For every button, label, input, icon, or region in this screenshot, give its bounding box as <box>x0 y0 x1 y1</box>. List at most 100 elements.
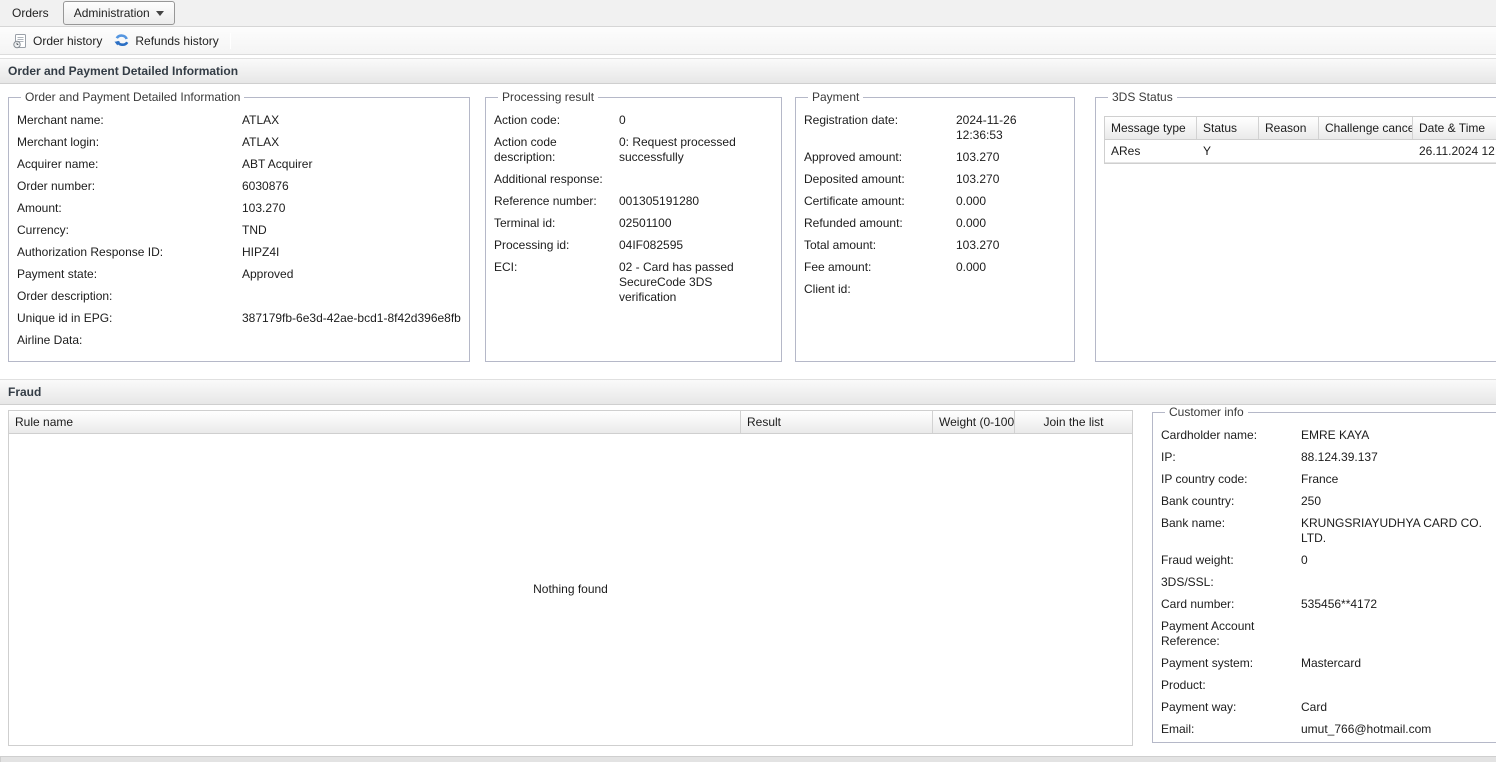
field-label: Airline Data: <box>17 333 242 348</box>
field-value: EMRE KAYA <box>1301 428 1495 443</box>
toolbar-separator <box>230 33 231 49</box>
refunds-history-icon <box>114 33 130 49</box>
column-header-join-the-list[interactable]: Join the list <box>1015 411 1132 433</box>
field-label: Card number: <box>1161 597 1301 612</box>
fraud-section: Rule name Result Weight (0-100) Join the… <box>0 405 1496 750</box>
field-label: Authorization Response ID: <box>17 245 242 260</box>
field-value: 2024-11-26 12:36:53 <box>956 113 1066 143</box>
field-label: Order description: <box>17 289 242 304</box>
column-header-status[interactable]: Status <box>1197 117 1259 139</box>
field-label: Fraud weight: <box>1161 553 1301 568</box>
field-row: Order number: 6030876 <box>17 176 461 198</box>
field-row: Total amount: 103.270 <box>804 235 1066 257</box>
field-value: France <box>1301 472 1495 487</box>
field-label: Additional response: <box>494 172 619 187</box>
field-label: Payment Account Reference: <box>1161 619 1301 649</box>
field-row: Deposited amount: 103.270 <box>804 169 1066 191</box>
field-row: Fee amount: 0.000 <box>804 257 1066 279</box>
field-label: Action code: <box>494 113 619 128</box>
field-label: Deposited amount: <box>804 172 956 187</box>
field-value: TND <box>242 223 461 238</box>
field-label: Cardholder name: <box>1161 428 1301 443</box>
column-header-challenge-cancel[interactable]: Challenge cancel <box>1319 117 1413 139</box>
field-value: 001305191280 <box>619 194 773 209</box>
field-label: Bank country: <box>1161 494 1301 509</box>
field-row: Bank country: 250 <box>1161 491 1495 513</box>
field-value: ATLAX <box>242 135 461 150</box>
field-value <box>1301 678 1495 693</box>
field-label: Registration date: <box>804 113 956 143</box>
field-value: 0.000 <box>956 216 1066 231</box>
column-header-date-time[interactable]: Date & Time <box>1413 117 1496 139</box>
tab-orders[interactable]: Orders <box>0 6 61 20</box>
field-value: 103.270 <box>956 150 1066 165</box>
customer-info-legend: Customer info <box>1165 405 1248 419</box>
field-row: Email: umut_766@hotmail.com <box>1161 719 1495 741</box>
field-row: Payment system: Mastercard <box>1161 653 1495 675</box>
field-value: 0.000 <box>956 194 1066 209</box>
field-row: Bank name: KRUNGSRIAYUDHYA CARD CO. LTD. <box>1161 513 1495 550</box>
field-value <box>242 289 461 304</box>
empty-state-text: Nothing found <box>533 582 608 742</box>
column-header-reason[interactable]: Reason <box>1259 117 1319 139</box>
field-label: 3DS/SSL: <box>1161 575 1301 590</box>
field-row: IP: 88.124.39.137 <box>1161 447 1495 469</box>
field-row: Product: <box>1161 675 1495 697</box>
history-toolbar: Order history Refunds history <box>0 27 1496 55</box>
field-value: Approved <box>242 267 461 282</box>
three-ds-table: Message type Status Reason Challenge can… <box>1104 116 1496 164</box>
field-row: Terminal id: 02501100 <box>494 213 773 235</box>
field-label: Refunded amount: <box>804 216 956 231</box>
order-info-legend: Order and Payment Detailed Information <box>21 90 244 104</box>
field-row: Merchant name: ATLAX <box>17 110 461 132</box>
fraud-table-header: Rule name Result Weight (0-100) Join the… <box>9 411 1132 434</box>
detail-panels: Order and Payment Detailed Information M… <box>0 84 1496 376</box>
field-value: 0 <box>1301 553 1495 568</box>
field-row: Registration date: 2024-11-26 12:36:53 <box>804 110 1066 147</box>
field-label: Acquirer name: <box>17 157 242 172</box>
field-row: Certificate amount: 0.000 <box>804 191 1066 213</box>
column-header-result[interactable]: Result <box>741 411 933 433</box>
tab-administration[interactable]: Administration <box>63 1 175 25</box>
field-row: Reference number: 001305191280 <box>494 191 773 213</box>
table-row[interactable]: ARes Y 26.11.2024 12:38 <box>1105 140 1496 163</box>
column-header-rule-name[interactable]: Rule name <box>9 411 741 433</box>
field-label: IP country code: <box>1161 472 1301 487</box>
order-info-rows: Merchant name: ATLAX Merchant login: ATL… <box>17 110 461 352</box>
field-value: 0 <box>619 113 773 128</box>
refunds-history-label: Refunds history <box>135 34 218 48</box>
fraud-table-body: Nothing found <box>9 434 1132 742</box>
cell-status: Y <box>1197 140 1259 162</box>
field-row: Cardholder name: EMRE KAYA <box>1161 425 1495 447</box>
field-label: Approved amount: <box>804 150 956 165</box>
field-label: Merchant login: <box>17 135 242 150</box>
order-history-button[interactable]: Order history <box>6 30 108 52</box>
field-label: Payment way: <box>1161 700 1301 715</box>
field-value: Card <box>1301 700 1495 715</box>
column-header-message-type[interactable]: Message type <box>1105 117 1197 139</box>
field-value: 02501100 <box>619 216 773 231</box>
field-row: ECI: 02 - Card has passed SecureCode 3DS… <box>494 257 773 309</box>
column-header-weight[interactable]: Weight (0-100) <box>933 411 1015 433</box>
field-row: Currency: TND <box>17 220 461 242</box>
order-info-panel: Order and Payment Detailed Information M… <box>8 90 470 362</box>
field-row: Acquirer name: ABT Acquirer <box>17 154 461 176</box>
field-value <box>956 282 1066 297</box>
field-label: Reference number: <box>494 194 619 209</box>
field-value: 250 <box>1301 494 1495 509</box>
field-label: Currency: <box>17 223 242 238</box>
field-row: Payment state: Approved <box>17 264 461 286</box>
field-value: 04IF082595 <box>619 238 773 253</box>
refunds-history-button[interactable]: Refunds history <box>108 30 224 52</box>
cell-message-type: ARes <box>1105 140 1197 162</box>
field-row: Payment way: Card <box>1161 697 1495 719</box>
field-label: ECI: <box>494 260 619 305</box>
field-row: Additional response: <box>494 169 773 191</box>
field-value: 0.000 <box>956 260 1066 275</box>
field-label: Processing id: <box>494 238 619 253</box>
field-row: Airline Data: <box>17 330 461 352</box>
field-row: Action code: 0 <box>494 110 773 132</box>
field-label: Action code description: <box>494 135 619 165</box>
customer-info-rows: Cardholder name: EMRE KAYA IP: 88.124.39… <box>1161 425 1495 741</box>
field-row: Action code description: 0: Request proc… <box>494 132 773 169</box>
